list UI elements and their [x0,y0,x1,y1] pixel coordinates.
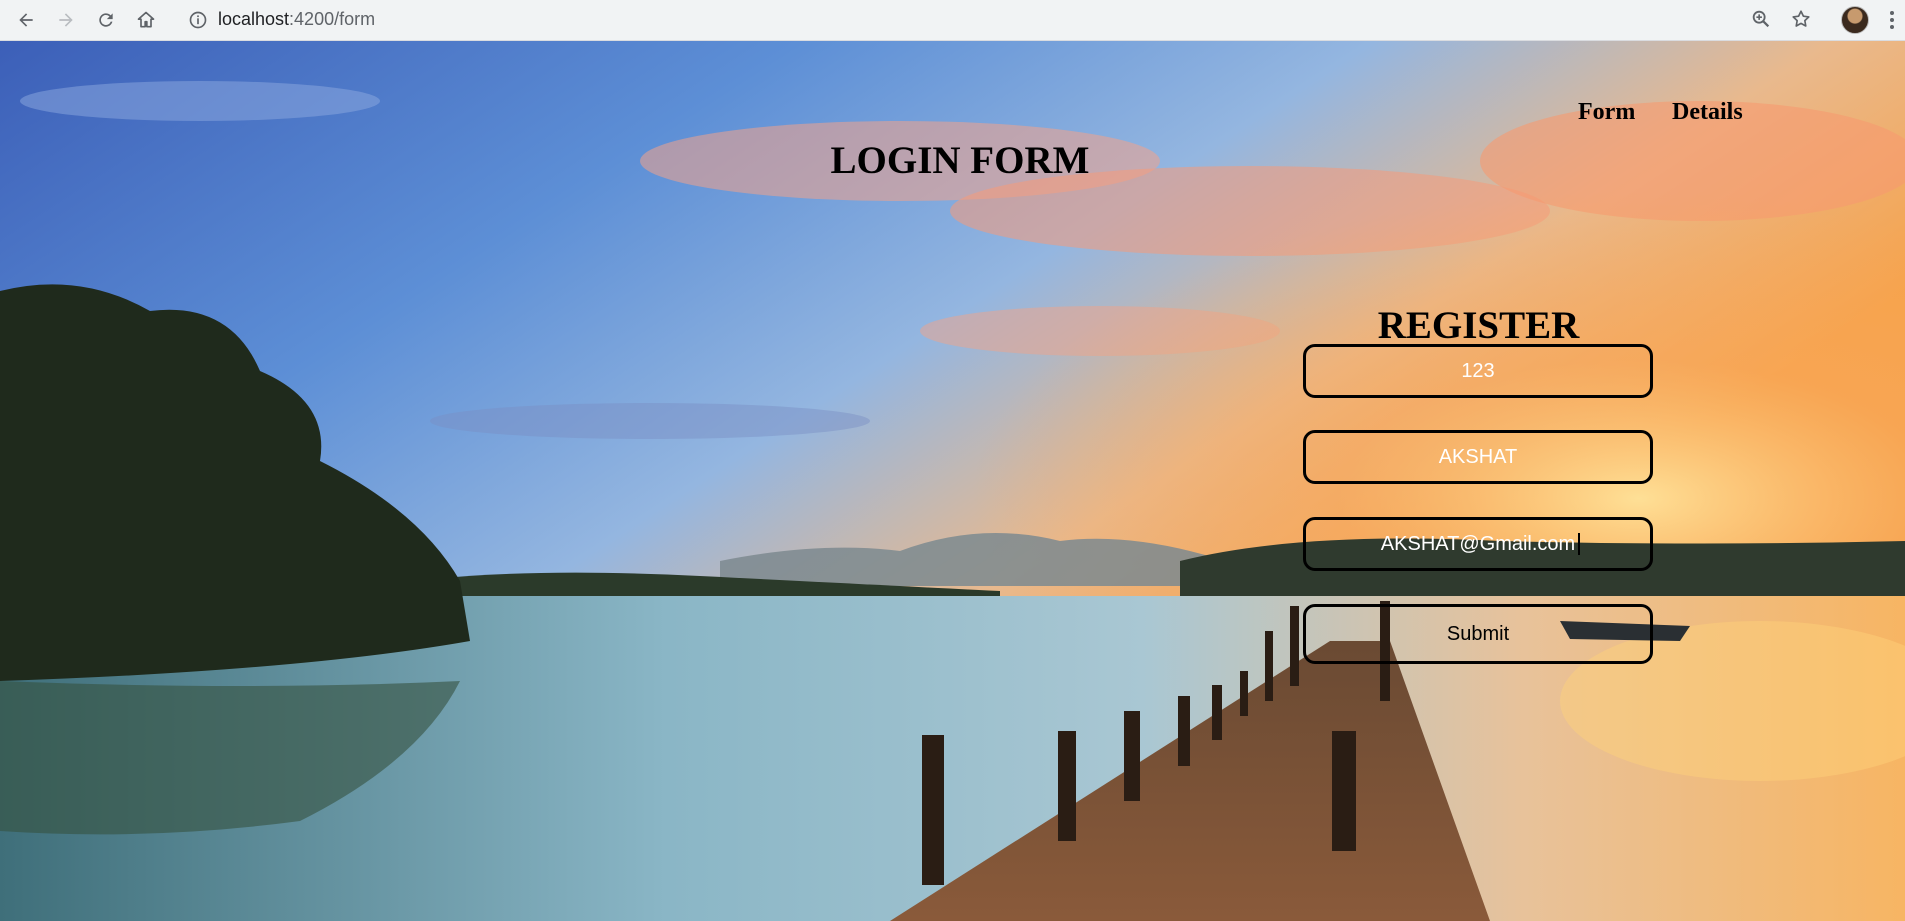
nav-link-details[interactable]: Details [1672,99,1743,126]
submit-button[interactable]: Submit [1303,604,1653,664]
browser-toolbar: localhost:4200/form [0,0,1905,41]
address-bar[interactable] [178,4,1828,36]
id-input[interactable] [1303,344,1653,398]
name-input[interactable] [1303,430,1653,484]
profile-avatar[interactable] [1841,6,1869,34]
page-title: LOGIN FORM [830,139,1090,182]
forward-icon[interactable] [54,8,78,32]
register-heading: REGISTER [1377,304,1580,347]
back-icon[interactable] [14,8,38,32]
menu-dots-icon[interactable] [1886,6,1898,34]
text-cursor [1578,533,1580,555]
reload-icon[interactable] [94,8,118,32]
nav-link-form[interactable]: Form [1578,99,1635,126]
url-host: localhost [218,9,290,29]
home-icon[interactable] [134,8,158,32]
email-input[interactable] [1303,517,1653,571]
info-icon[interactable] [188,10,208,30]
url-path: :4200/form [289,9,376,29]
bookmark-star-icon[interactable] [1790,8,1812,30]
url-text[interactable]: localhost:4200/form [218,8,375,30]
zoom-icon[interactable] [1750,8,1772,30]
